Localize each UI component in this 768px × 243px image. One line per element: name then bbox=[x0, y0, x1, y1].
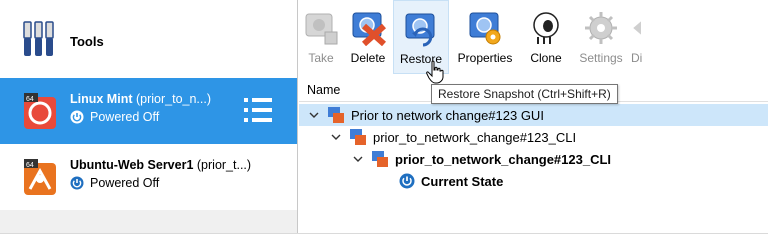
tools-icon bbox=[23, 21, 54, 56]
properties-icon bbox=[469, 12, 501, 45]
properties-button[interactable]: Properties bbox=[449, 0, 521, 74]
snapshot-row[interactable]: prior_to_network_change#123_CLI bbox=[299, 126, 768, 148]
restore-snapshot-icon bbox=[405, 13, 435, 47]
discard-icon bbox=[633, 21, 641, 35]
hand-pointer-icon bbox=[426, 60, 444, 84]
svg-text:64: 64 bbox=[26, 162, 34, 169]
clone-button[interactable]: Clone bbox=[521, 0, 571, 74]
vm-status: Powered Off bbox=[70, 110, 159, 124]
tools-label: Tools bbox=[70, 34, 104, 49]
take-snapshot-icon bbox=[305, 13, 338, 45]
vm-name: Ubuntu-Web Server1 (prior_t...) bbox=[70, 158, 252, 172]
delete-snapshot-icon bbox=[352, 12, 386, 46]
snapshot-toolbar: Take Delete Restore Properties Clone Set… bbox=[299, 0, 768, 77]
svg-text:64: 64 bbox=[26, 96, 34, 103]
snapshot-icon bbox=[350, 129, 366, 145]
take-snapshot-button[interactable]: Take bbox=[299, 0, 343, 74]
power-off-icon bbox=[70, 176, 84, 190]
snapshot-row[interactable]: Prior to network change#123 GUI bbox=[299, 104, 768, 126]
chevron-down-icon[interactable] bbox=[353, 154, 363, 164]
tools-item[interactable]: Tools bbox=[0, 0, 297, 78]
delete-snapshot-button[interactable]: Delete bbox=[343, 0, 393, 74]
restore-tooltip: Restore Snapshot (Ctrl+Shift+R) bbox=[431, 84, 618, 104]
snapshots-pane: Take Delete Restore Properties Clone Set… bbox=[299, 0, 768, 233]
settings-button[interactable]: Settings bbox=[571, 0, 631, 74]
snapshot-icon bbox=[328, 107, 344, 123]
vm-status: Powered Off bbox=[70, 176, 159, 190]
vm-item-ubuntu-web-server1[interactable]: 64 Ubuntu-Web Server1 (prior_t...) Power… bbox=[0, 144, 297, 210]
vm-details-menu-icon[interactable] bbox=[244, 96, 274, 124]
current-state-row[interactable]: Current State bbox=[299, 170, 768, 192]
settings-gear-icon bbox=[585, 12, 617, 44]
power-off-icon bbox=[70, 110, 84, 124]
snapshot-row[interactable]: prior_to_network_change#123_CLI bbox=[299, 148, 768, 170]
chevron-down-icon[interactable] bbox=[309, 110, 319, 120]
vm-name: Linux Mint (prior_to_n...) bbox=[70, 92, 212, 106]
linux-mint-logo-icon: 64 bbox=[24, 93, 56, 129]
bottom-divider bbox=[0, 233, 768, 243]
ubuntu-logo-icon: 64 bbox=[24, 159, 56, 195]
power-icon bbox=[399, 173, 415, 189]
snapshot-tree: Prior to network change#123 GUI prior_to… bbox=[299, 104, 768, 192]
clone-sheep-icon bbox=[533, 12, 559, 44]
chevron-down-icon[interactable] bbox=[331, 132, 341, 142]
vm-item-linux-mint[interactable]: 64 Linux Mint (prior_to_n...) Powered Of… bbox=[0, 78, 297, 144]
discard-button[interactable]: Di bbox=[631, 0, 655, 74]
vm-list-panel: Tools 64 Linux Mint (prior_to_n...) Powe… bbox=[0, 0, 298, 233]
snapshot-icon bbox=[372, 151, 388, 167]
